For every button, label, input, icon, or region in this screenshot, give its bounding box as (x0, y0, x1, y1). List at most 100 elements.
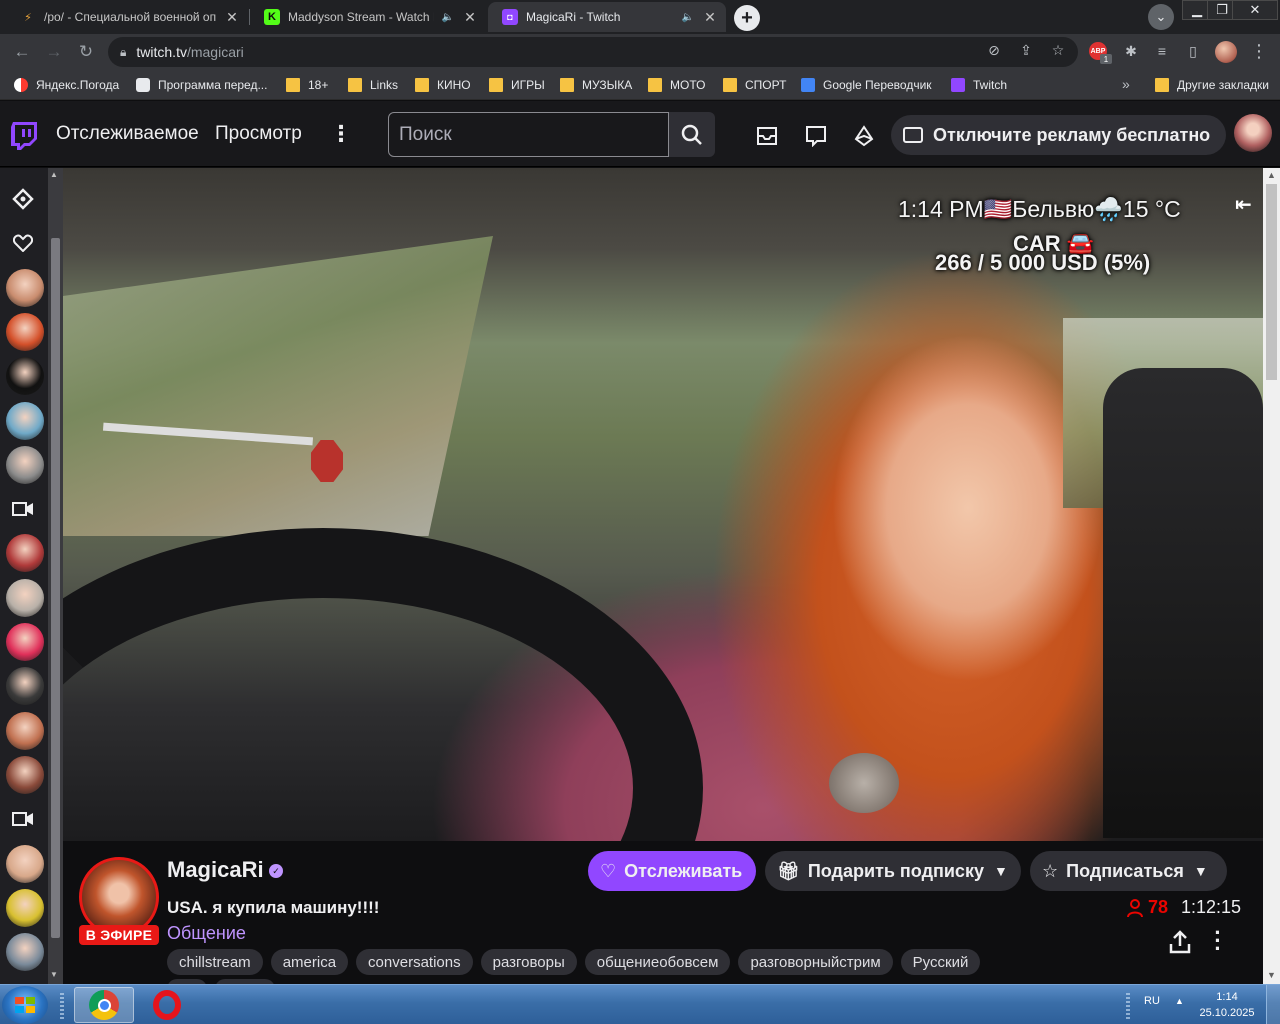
media-control-icon[interactable]: ≡ (1151, 40, 1173, 62)
sidebar-channel-avatar[interactable] (6, 446, 44, 484)
more-options-icon[interactable]: · · · (1211, 922, 1225, 960)
bookmarks-overflow-chevron-icon[interactable]: » (1122, 76, 1130, 92)
close-tab-icon[interactable]: ✕ (224, 9, 240, 26)
taskbar-opera[interactable] (137, 987, 197, 1023)
new-tab-button[interactable]: + (734, 5, 760, 31)
language-indicator[interactable]: RU (1144, 995, 1160, 1007)
bits-icon[interactable] (851, 123, 877, 149)
sidebar-scrollbar[interactable]: ▲ ▼ (48, 168, 63, 984)
sidebar-channel-avatar[interactable] (6, 579, 44, 617)
close-tab-icon[interactable]: ✕ (702, 9, 718, 26)
stream-tag[interactable]: chillstream (167, 949, 263, 975)
page-scrollbar[interactable]: ▲ ▼ (1263, 168, 1280, 984)
bookmark-folder[interactable]: Links (348, 76, 398, 94)
whispers-icon[interactable] (803, 123, 829, 149)
bookmark-folder[interactable]: МУЗЫКА (560, 76, 632, 94)
scroll-up-icon[interactable]: ▲ (1267, 170, 1276, 180)
stream-tag[interactable]: conversations (356, 949, 473, 975)
video-scene-steering-wheel (63, 528, 703, 841)
subscribe-button[interactable]: ☆ Подписаться ▼ (1030, 851, 1227, 891)
nav-following-link[interactable]: Отслеживаемое (56, 123, 199, 145)
side-panel-icon[interactable]: ▯ (1182, 40, 1204, 62)
bookmark-star-icon[interactable]: ☆ (1048, 40, 1068, 60)
sidebar-channel-avatar[interactable] (6, 933, 44, 971)
stream-tag[interactable]: разговоры (480, 949, 577, 975)
share-icon[interactable] (1167, 929, 1193, 955)
audio-playing-icon[interactable]: 🔈 (682, 12, 694, 23)
other-bookmarks-folder[interactable]: Другие закладки (1155, 76, 1269, 94)
taskbar-chrome[interactable] (74, 987, 134, 1023)
bookmark-item[interactable]: Twitch (951, 76, 1007, 94)
more-menu-icon[interactable]: ⋮ (330, 121, 352, 147)
url-domain: twitch.tv (136, 44, 187, 60)
ad-free-button[interactable]: Отключите рекламу бесплатно (891, 115, 1226, 155)
sidebar-channel-avatar[interactable] (6, 357, 44, 395)
tray-expand-icon[interactable]: ▲ (1175, 996, 1184, 1006)
search-button[interactable] (669, 112, 715, 157)
bookmark-folder[interactable]: СПОРТ (723, 76, 786, 94)
system-clock[interactable]: 1:14 25.10.2025 (1192, 989, 1262, 1021)
nav-browse-link[interactable]: Просмотр (215, 123, 302, 145)
sidebar-channel-avatar[interactable] (6, 269, 44, 307)
gift-sub-button[interactable]: 🎁︎ Подарить подписку ▼ (765, 851, 1021, 891)
channel-name[interactable]: MagicaRi (167, 857, 264, 883)
scrollbar-thumb[interactable] (1266, 184, 1277, 380)
bookmark-label: Links (370, 78, 399, 92)
sidebar-channel-avatar[interactable] (6, 534, 44, 572)
inbox-icon[interactable] (754, 123, 780, 149)
stream-tag[interactable]: разговорныйстрим (738, 949, 893, 975)
twitch-logo-icon[interactable] (10, 121, 38, 151)
scroll-up-icon[interactable]: ▲ (50, 170, 58, 179)
sidebar-channel-avatar[interactable] (6, 667, 44, 705)
bookmark-item[interactable]: Google Переводчик (801, 76, 932, 94)
recommended-icon[interactable] (11, 187, 35, 211)
browser-tab[interactable]: K Maddyson Stream - Watch Li 🔈 ✕ (250, 2, 486, 32)
browser-tab[interactable]: ⚡ /po/ - Специальной военной оп ✕ (6, 2, 248, 32)
eye-slash-icon[interactable]: ⊘ (984, 40, 1004, 60)
forward-arrow-icon[interactable]: → (42, 40, 66, 64)
stream-tag[interactable]: общениеобовсем (584, 949, 731, 975)
sidebar-channel-avatar[interactable] (6, 712, 44, 750)
browser-menu-icon[interactable]: ⋮ (1248, 40, 1270, 62)
stream-tag[interactable]: america (270, 949, 349, 975)
audio-playing-icon[interactable]: 🔈 (442, 12, 454, 23)
address-bar[interactable]: 🔒︎ twitch.tv/magicari (108, 37, 1078, 67)
bookmark-folder[interactable]: МОТО (648, 76, 705, 94)
browser-tab-active[interactable]: ◘ MagicaRi - Twitch 🔈 ✕ (488, 2, 726, 32)
scroll-down-icon[interactable]: ▼ (1267, 970, 1276, 980)
heart-icon[interactable] (11, 231, 35, 255)
close-window-button[interactable]: ✕ (1232, 0, 1278, 20)
sidebar-channel-avatar[interactable] (6, 623, 44, 661)
sidebar-channel-avatar[interactable] (6, 889, 44, 927)
sidebar-channel-avatar[interactable] (6, 313, 44, 351)
user-avatar[interactable] (1234, 114, 1272, 152)
stream-category-link[interactable]: Общение (167, 923, 246, 944)
bookmark-item[interactable]: Программа перед... (136, 76, 267, 94)
stream-tag[interactable]: Русский (900, 949, 981, 975)
video-camera-icon[interactable] (11, 807, 35, 831)
start-button[interactable] (2, 986, 48, 1024)
back-arrow-icon[interactable]: ← (10, 40, 34, 64)
bookmark-folder[interactable]: КИНО (415, 76, 471, 94)
browser-profile-avatar[interactable] (1215, 41, 1237, 63)
scroll-down-icon[interactable]: ▼ (50, 970, 58, 979)
search-input[interactable] (388, 112, 669, 157)
extensions-puzzle-icon[interactable]: ✱ (1120, 40, 1142, 62)
sidebar-channel-avatar[interactable] (6, 845, 44, 883)
close-tab-icon[interactable]: ✕ (462, 9, 478, 26)
bookmark-item[interactable]: Яндекс.Погода (14, 76, 119, 94)
reload-icon[interactable]: ↻ (74, 40, 98, 64)
show-desktop-button[interactable] (1266, 985, 1280, 1024)
scrollbar-thumb[interactable] (51, 238, 60, 938)
gift-label: Подарить подписку (807, 860, 984, 881)
follow-button[interactable]: ♡ Отслеживать (588, 851, 756, 891)
tab-search-chevron-icon[interactable]: ⌄ (1148, 4, 1174, 30)
video-player[interactable]: 1:14 PM🇺🇸Бельвю🌧️15 °C CAR 🚘 266 / 5 000… (63, 168, 1263, 841)
bookmark-folder[interactable]: ИГРЫ (489, 76, 545, 94)
video-camera-icon[interactable] (11, 497, 35, 521)
sidebar-channel-avatar[interactable] (6, 402, 44, 440)
sidebar-channel-avatar[interactable] (6, 756, 44, 794)
bookmark-folder[interactable]: 18+ (286, 76, 328, 94)
collapse-chat-icon[interactable]: ⇤ (1235, 192, 1252, 217)
share-icon[interactable]: ⇪ (1016, 40, 1036, 60)
